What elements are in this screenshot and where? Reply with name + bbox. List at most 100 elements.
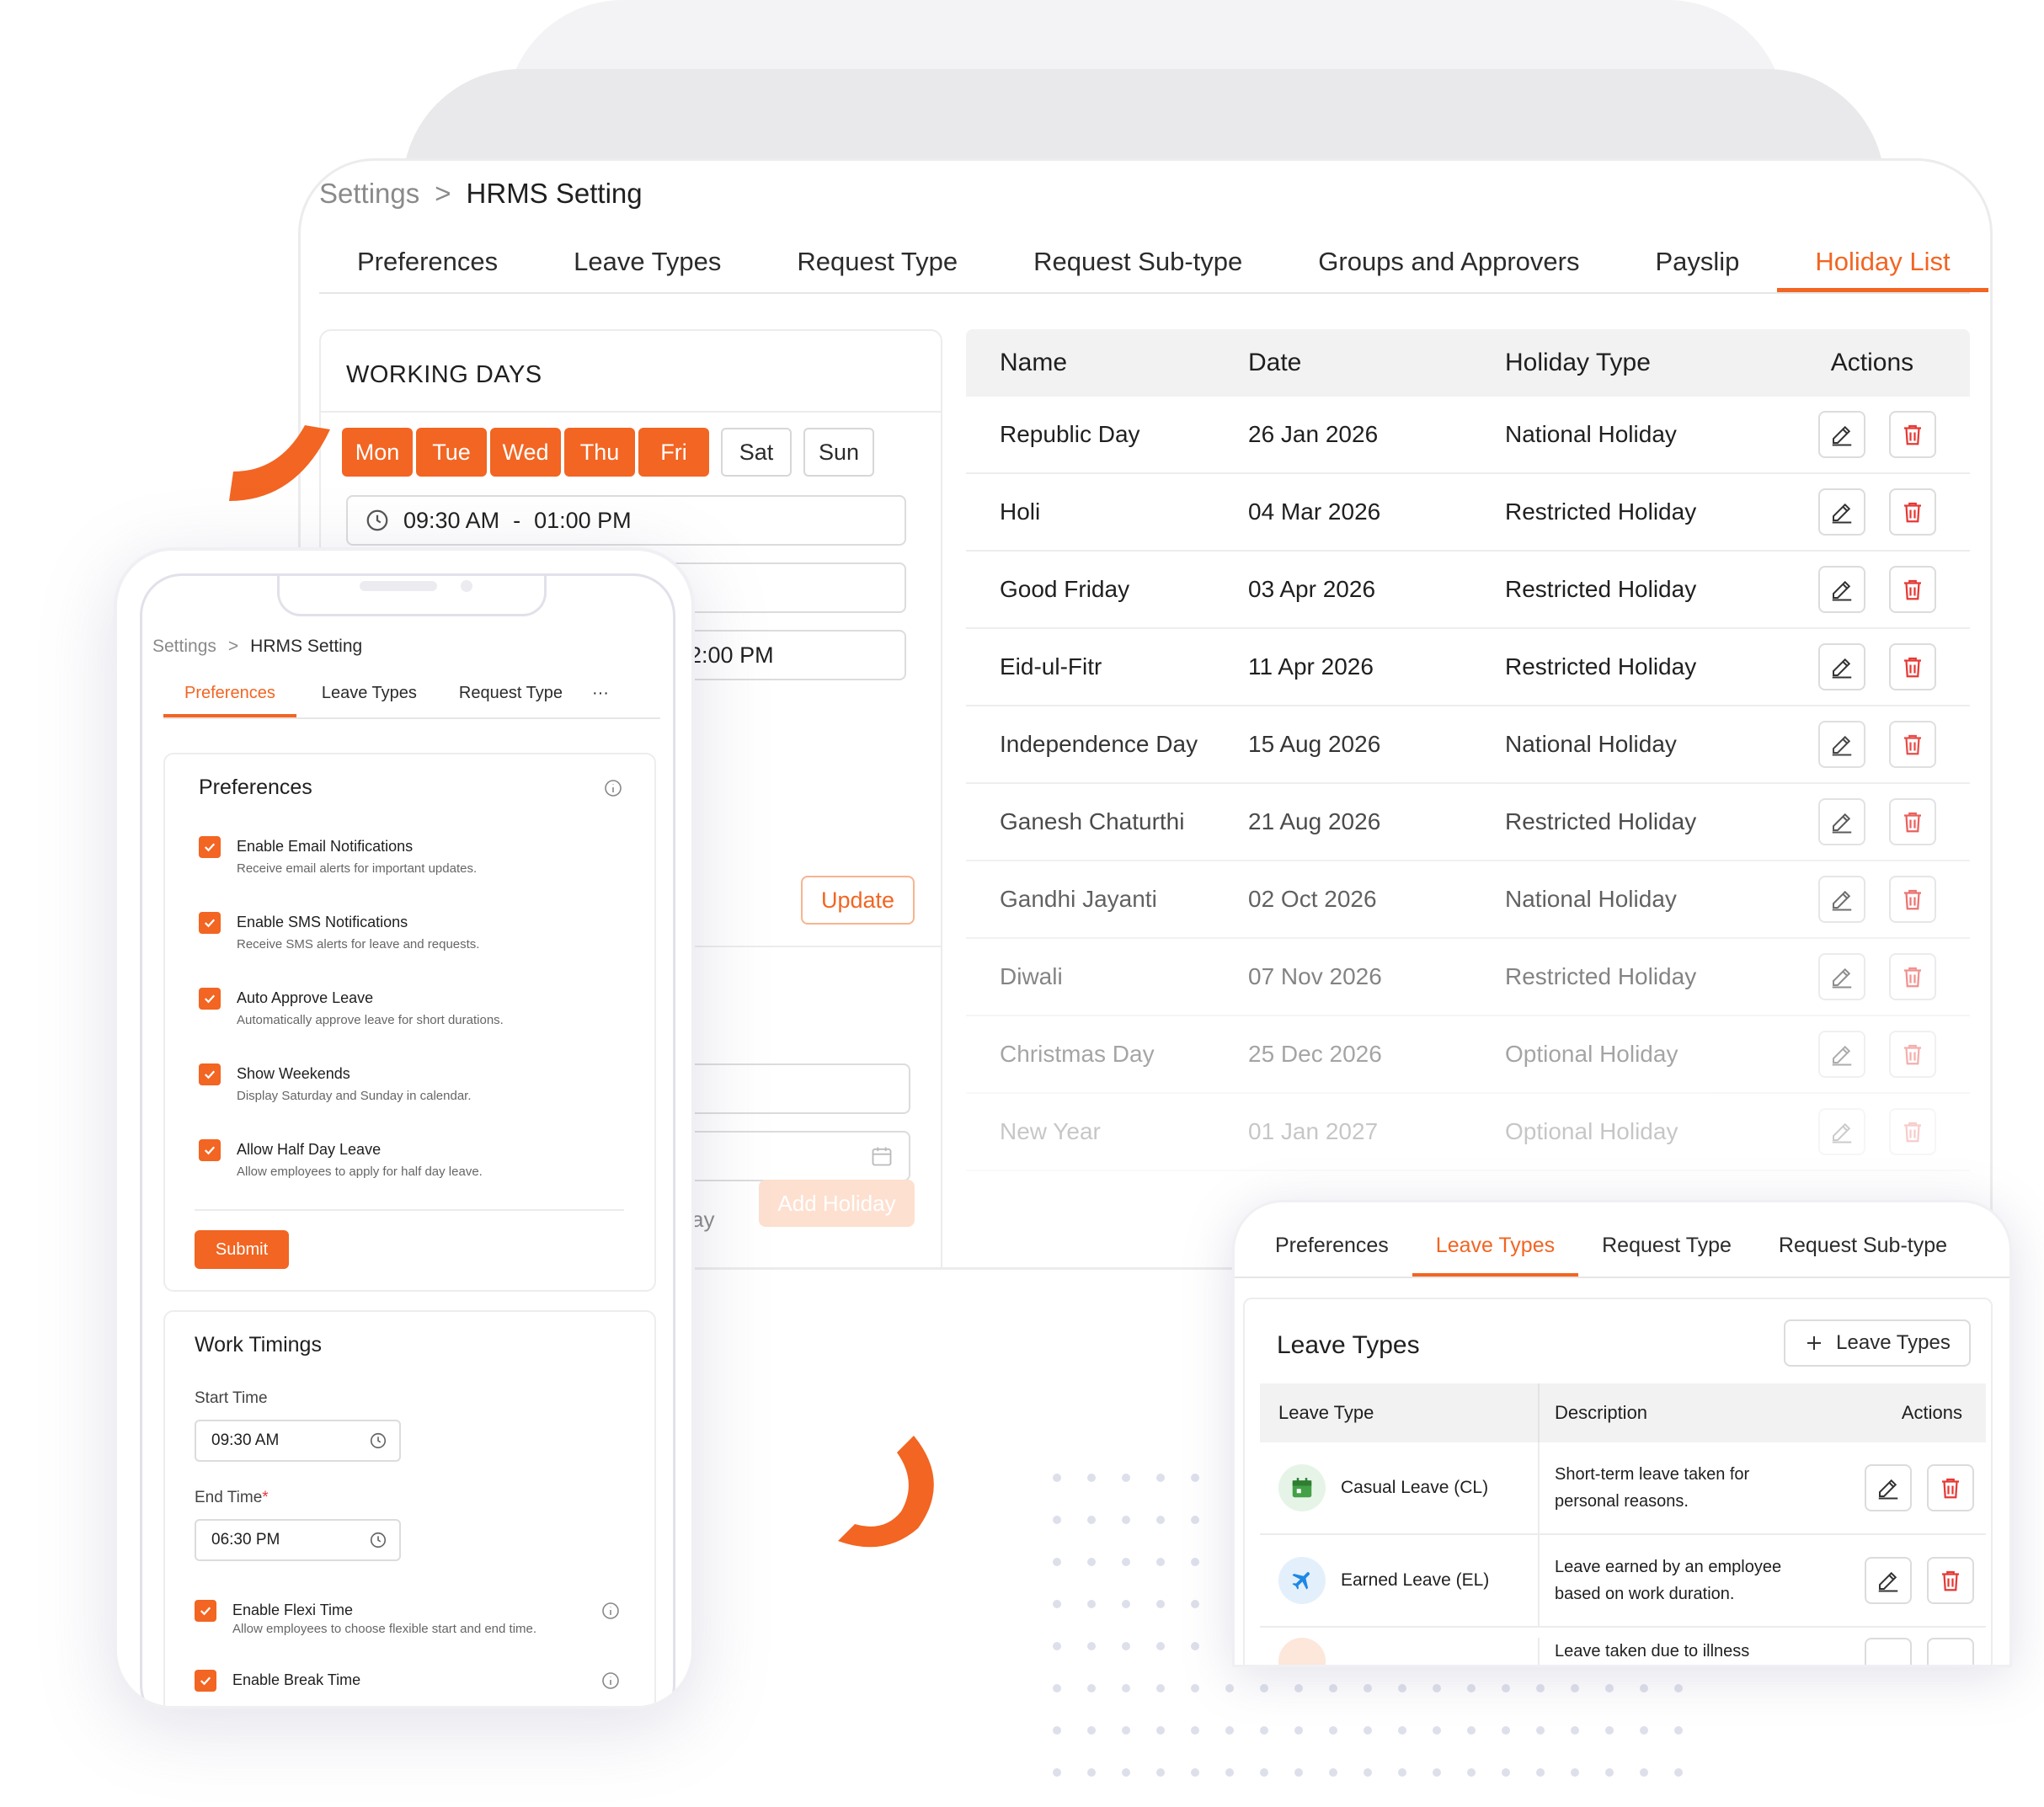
time-field-2[interactable] [658, 562, 906, 613]
leave-panel-tab-leave-types[interactable]: Leave Types [1412, 1219, 1579, 1277]
time-range-field[interactable]: 09:30 AM - 01:00 PM [346, 495, 906, 546]
preference-option[interactable]: Enable Email Notifications Receive email … [199, 834, 620, 876]
preference-desc: Display Saturday and Sunday in calendar. [237, 1089, 472, 1103]
checkbox-checked-icon[interactable] [199, 836, 221, 858]
holiday-name: Eid-ul-Fitr [1000, 653, 1102, 680]
breadcrumb: Settings > HRMS Setting [319, 178, 643, 210]
pencil-icon [1832, 1045, 1852, 1066]
edit-button[interactable] [1818, 798, 1865, 845]
preference-option[interactable]: Enable SMS Notifications Receive SMS aler… [199, 910, 620, 951]
start-time-input[interactable]: 09:30 AM [195, 1420, 401, 1462]
breadcrumb-settings-link[interactable]: Settings [319, 178, 419, 210]
end-time-input[interactable]: 06:30 PM [195, 1519, 401, 1561]
leave-panel-tab-request-type[interactable]: Request Type [1578, 1219, 1755, 1277]
day-sat[interactable]: Sat [721, 428, 792, 477]
preference-title: Show Weekends [237, 1065, 350, 1082]
info-icon[interactable] [600, 1671, 621, 1691]
phone-tab-preferences[interactable]: Preferences [163, 673, 296, 717]
delete-button[interactable] [1889, 566, 1936, 613]
holiday-type: Restricted Holiday [1505, 653, 1697, 680]
tab-request-type[interactable]: Request Type [759, 235, 995, 292]
delete-button[interactable] [1889, 876, 1936, 923]
checkbox-checked-icon[interactable] [199, 988, 221, 1010]
delete-button[interactable] [1927, 1557, 1974, 1604]
edit-button[interactable] [1818, 721, 1865, 768]
edit-button[interactable] [1818, 411, 1865, 458]
day-sun[interactable]: Sun [803, 428, 874, 477]
tab-holiday-list[interactable]: Holiday List [1777, 235, 1988, 292]
checkbox-checked-icon[interactable] [195, 1670, 216, 1692]
edit-button[interactable] [1818, 953, 1865, 1000]
table-row: Republic Day 26 Jan 2026 National Holiday [966, 397, 1970, 474]
edit-button[interactable] [1818, 643, 1865, 690]
day-thu[interactable]: Thu [564, 428, 635, 477]
add-holiday-button[interactable]: Add Holiday [759, 1180, 915, 1227]
header-actions: Actions [1830, 349, 1914, 376]
delete-button[interactable] [1927, 1638, 1974, 1665]
preferences-title: Preferences [199, 776, 312, 799]
desc-line: Short-term leave taken for [1555, 1465, 1750, 1484]
delete-button[interactable] [1889, 798, 1936, 845]
table-row: Diwali 07 Nov 2026 Restricted Holiday [966, 939, 1970, 1016]
time-field-3[interactable]: 02:00 PM [658, 630, 906, 680]
day-fri[interactable]: Fri [638, 428, 709, 477]
edit-button[interactable] [1865, 1464, 1912, 1511]
delete-button[interactable] [1927, 1464, 1974, 1511]
tab-leave-types[interactable]: Leave Types [536, 235, 759, 292]
day-selector: Mon Tue Wed Thu Fri Sat Sun [342, 428, 874, 477]
phone-breadcrumb-settings[interactable]: Settings [152, 637, 216, 657]
delete-button[interactable] [1889, 1031, 1936, 1078]
edit-button[interactable] [1818, 1108, 1865, 1155]
edit-button[interactable] [1865, 1638, 1912, 1665]
preference-option[interactable]: Auto Approve Leave Automatically approve … [199, 986, 620, 1027]
edit-button[interactable] [1818, 1031, 1865, 1078]
tab-request-sub-type[interactable]: Request Sub-type [995, 235, 1280, 292]
delete-button[interactable] [1889, 488, 1936, 536]
update-button[interactable]: Update [801, 876, 915, 925]
checkbox-checked-icon[interactable] [199, 912, 221, 934]
edit-button[interactable] [1818, 876, 1865, 923]
day-mon[interactable]: Mon [342, 428, 413, 477]
tab-groups-and-approvers[interactable]: Groups and Approvers [1280, 235, 1617, 292]
preference-option[interactable]: Allow Half Day Leave Allow employees to a… [199, 1138, 620, 1179]
day-wed[interactable]: Wed [490, 428, 561, 477]
edit-button[interactable] [1865, 1557, 1912, 1604]
leave-types-panel: Preferences Leave Types Request Type Req… [1232, 1200, 2012, 1667]
break-time-option[interactable]: Enable Break Time [195, 1668, 616, 1692]
checkbox-checked-icon[interactable] [199, 1139, 221, 1161]
delete-button[interactable] [1889, 411, 1936, 458]
delete-button[interactable] [1889, 953, 1936, 1000]
checkbox-checked-icon[interactable] [199, 1063, 221, 1085]
holiday-name-field[interactable] [658, 1063, 910, 1114]
phone-tab-leave-types[interactable]: Leave Types [296, 673, 438, 717]
more-icon[interactable]: ··· [584, 673, 617, 717]
checkbox-checked-icon[interactable] [195, 1600, 216, 1622]
holiday-name: Christmas Day [1000, 1041, 1155, 1067]
delete-button[interactable] [1889, 643, 1936, 690]
preference-option[interactable]: Show Weekends Display Saturday and Sunday… [199, 1062, 620, 1103]
day-tue[interactable]: Tue [416, 428, 487, 477]
pencil-icon [1832, 967, 1852, 989]
delete-button[interactable] [1889, 721, 1936, 768]
table-row: Good Friday 03 Apr 2026 Restricted Holiday [966, 552, 1970, 629]
table-row: New Year 01 Jan 2027 Optional Holiday [966, 1094, 1970, 1171]
phone-tab-request-type[interactable]: Request Type [438, 673, 584, 717]
add-leave-type-button[interactable]: Leave Types [1784, 1319, 1971, 1367]
delete-button[interactable] [1889, 1108, 1936, 1155]
airplane-icon [1278, 1557, 1326, 1604]
holiday-date: 07 Nov 2026 [1248, 963, 1382, 989]
edit-button[interactable] [1818, 488, 1865, 536]
submit-button[interactable]: Submit [195, 1230, 289, 1269]
actions-cell [1774, 643, 1970, 690]
leave-panel-tab-request-sub-type[interactable]: Request Sub-type [1755, 1219, 1971, 1277]
leave-panel-tab-preferences[interactable]: Preferences [1251, 1219, 1412, 1277]
holiday-date-field[interactable] [658, 1131, 910, 1181]
info-icon[interactable] [603, 778, 623, 798]
holiday-name: Gandhi Jayanti [1000, 886, 1157, 912]
calendar-icon [872, 1147, 892, 1166]
tab-preferences[interactable]: Preferences [319, 235, 536, 292]
edit-button[interactable] [1818, 566, 1865, 613]
flexi-time-option[interactable]: Enable Flexi Time Allow employees to cho… [195, 1598, 616, 1636]
tab-payslip[interactable]: Payslip [1617, 235, 1777, 292]
info-icon[interactable] [600, 1601, 621, 1621]
